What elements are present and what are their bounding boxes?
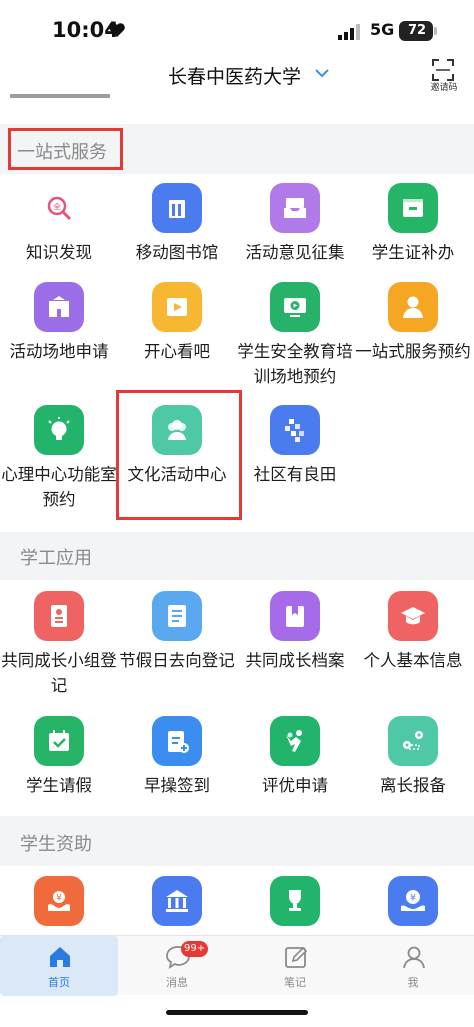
network-type: 5G — [370, 20, 395, 39]
service-item[interactable]: 学生安全教育培训场地预约 — [236, 282, 354, 392]
service-label: 节假日去向登记 — [119, 651, 235, 670]
bottom-nav: 首页 99+ 消息 笔记 我 — [0, 935, 474, 996]
service-item[interactable]: 移动图书馆 — [118, 183, 236, 293]
service-label: 学生请假 — [26, 776, 92, 795]
service-item[interactable]: 学生请假 — [0, 716, 118, 826]
school-title[interactable]: 长春中医药大学 — [168, 62, 301, 89]
id-card-icon — [388, 183, 438, 233]
monitor-play-icon — [270, 282, 320, 332]
tab-label: 消息 — [166, 976, 188, 989]
service-label: 学生安全教育培训场地预约 — [237, 342, 353, 386]
annotation-box — [116, 390, 242, 520]
note-edit-icon — [285, 946, 308, 968]
home-indicator — [166, 1010, 308, 1015]
section-student-affairs: 学工应用 — [0, 532, 474, 580]
yuan-hands-icon: ¥ — [34, 876, 84, 926]
scrolled-content-peek — [10, 84, 120, 98]
service-label: 共同成长档案 — [245, 651, 345, 670]
service-label: 离长报备 — [380, 776, 446, 795]
service-item[interactable]: 离长报备 — [354, 716, 472, 826]
service-label: 开心看吧 — [144, 342, 210, 361]
service-label: 活动场地申请 — [9, 342, 109, 361]
heart-icon — [109, 23, 125, 37]
service-item[interactable]: 心理中心功能室预约 — [0, 405, 118, 515]
tab-label: 我 — [407, 976, 419, 989]
lightbulb-icon — [34, 405, 84, 455]
service-item[interactable]: 学生证补办 — [354, 183, 472, 293]
home-icon — [50, 947, 70, 967]
school-building-icon — [34, 282, 84, 332]
battery-level: 72 — [407, 23, 427, 38]
service-item[interactable]: 一站式服务预约 — [354, 282, 472, 392]
svg-text:全: 全 — [53, 202, 61, 212]
inbox-tray-icon — [270, 183, 320, 233]
section-title: 学工应用 — [20, 548, 92, 569]
people-cheer-icon — [270, 716, 320, 766]
tab-label: 笔记 — [284, 976, 306, 989]
section-student-aid: 学生资助 — [0, 816, 474, 866]
service-label: 知识发现 — [26, 243, 92, 262]
bank-building-icon — [152, 876, 202, 926]
svg-text:¥: ¥ — [410, 894, 416, 904]
service-label: 活动意见征集 — [245, 243, 345, 262]
service-label: 心理中心功能室预约 — [1, 465, 117, 509]
tab-label: 首页 — [48, 976, 70, 989]
map-route-icon — [388, 716, 438, 766]
service-label: 移动图书馆 — [135, 243, 219, 262]
clipboard-plus-icon — [152, 716, 202, 766]
tab-profile[interactable]: 我 — [354, 936, 472, 996]
knowledge-search-icon: 全 — [34, 183, 84, 233]
tab-messages[interactable]: 99+ 消息 — [118, 936, 236, 996]
service-label: 社区有良田 — [253, 465, 337, 484]
battery-icon: 72 — [399, 21, 437, 41]
calendar-check-icon — [34, 716, 84, 766]
service-item[interactable]: 活动意见征集 — [236, 183, 354, 293]
tab-notes[interactable]: 笔记 — [236, 936, 354, 996]
contact-book-icon — [34, 591, 84, 641]
service-label: 个人基本信息 — [363, 651, 463, 670]
service-item[interactable]: 评优申请 — [236, 716, 354, 826]
service-item[interactable]: 早操签到 — [118, 716, 236, 826]
annotation-box — [8, 128, 123, 170]
service-item[interactable]: 共同成长小组登记 — [0, 591, 118, 701]
profile-icon — [403, 946, 425, 969]
graduation-cap-icon — [388, 591, 438, 641]
signal-icon — [338, 24, 360, 40]
status-bar: 10:04 5G 72 — [0, 0, 474, 58]
person-service-icon — [388, 282, 438, 332]
service-label: 一站式服务预约 — [355, 342, 471, 361]
tab-home[interactable]: 首页 — [0, 936, 118, 996]
service-label: 早操签到 — [144, 776, 210, 795]
svg-text:¥: ¥ — [56, 894, 62, 904]
invite-code-label[interactable]: 邀请码 — [425, 80, 463, 93]
video-play-icon — [152, 282, 202, 332]
service-label: 共同成长小组登记 — [1, 651, 117, 695]
service-item[interactable]: 个人基本信息 — [354, 591, 472, 701]
section-title: 学生资助 — [20, 834, 92, 855]
service-item[interactable]: 节假日去向登记 — [118, 591, 236, 701]
scan-icon[interactable] — [431, 58, 455, 82]
unread-badge: 99+ — [181, 941, 209, 957]
chevron-down-icon[interactable] — [315, 68, 329, 78]
service-item[interactable]: 全知识发现 — [0, 183, 118, 293]
service-label: 评优申请 — [262, 776, 328, 795]
archive-book-icon — [270, 591, 320, 641]
library-building-icon — [152, 183, 202, 233]
trophy-icon — [270, 876, 320, 926]
service-item[interactable]: 活动场地申请 — [0, 282, 118, 392]
service-item[interactable]: 共同成长档案 — [236, 591, 354, 701]
checklist-icon — [152, 591, 202, 641]
service-item[interactable]: 开心看吧 — [118, 282, 236, 392]
yuan-coin-hand-icon: ¥ — [388, 876, 438, 926]
service-item[interactable]: 社区有良田 — [236, 405, 354, 515]
service-label: 学生证补办 — [371, 243, 455, 262]
field-grid-icon — [270, 405, 320, 455]
